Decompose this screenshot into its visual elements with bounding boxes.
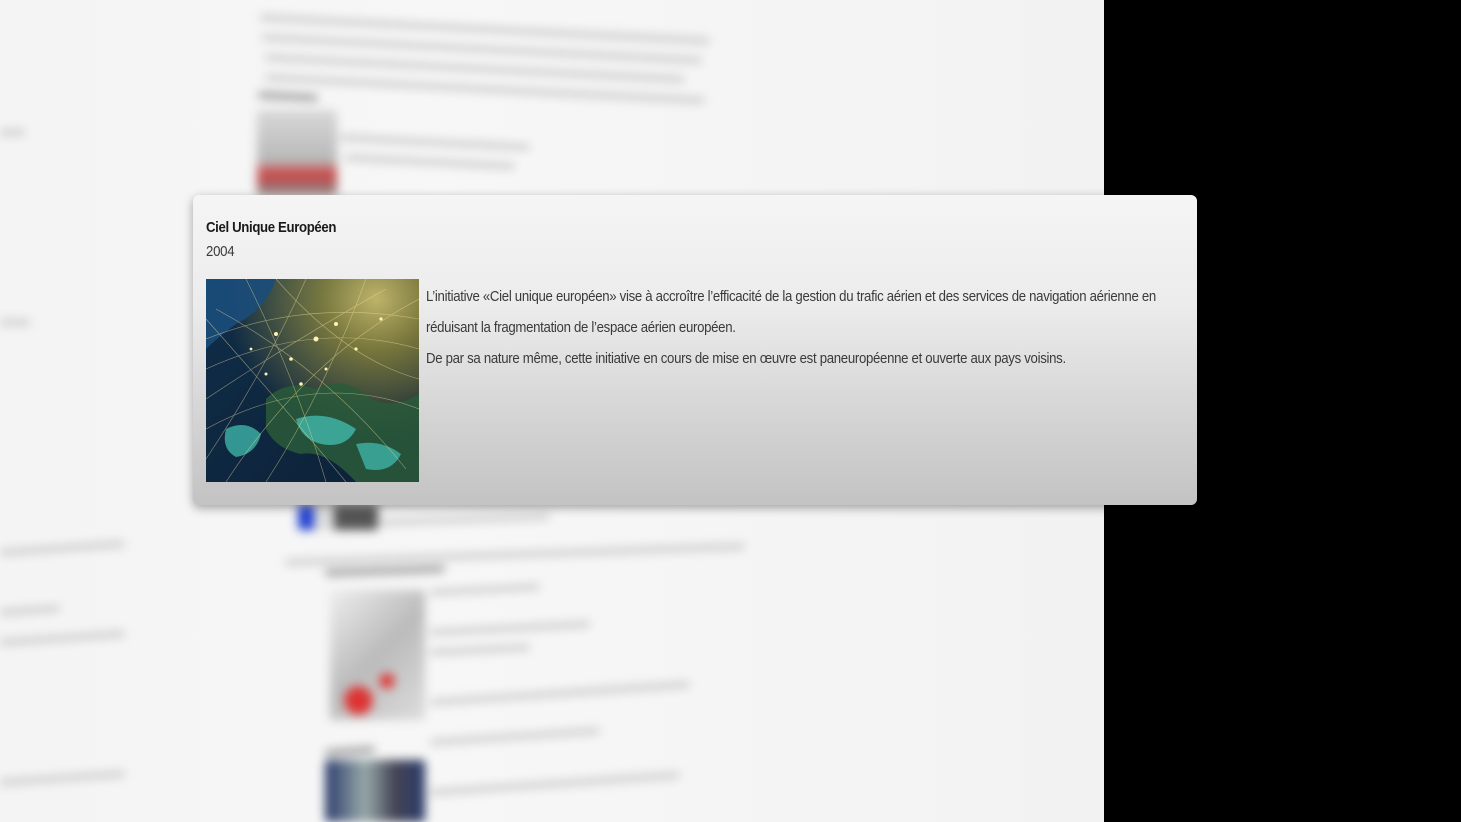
description-paragraph-1: L’initiative «Ciel unique européen» vise… (426, 288, 1156, 336)
popup-title: Ciel Unique Européen (206, 219, 337, 236)
europe-night-map-image (206, 279, 419, 482)
info-popup-card[interactable]: Ciel Unique Européen 2004 L’initiative «… (193, 195, 1197, 505)
popup-year: 2004 (206, 243, 235, 260)
popup-description: L’initiative «Ciel unique européen» vise… (426, 281, 1165, 374)
description-paragraph-2: De par sa nature même, cette initiative … (426, 350, 1066, 367)
